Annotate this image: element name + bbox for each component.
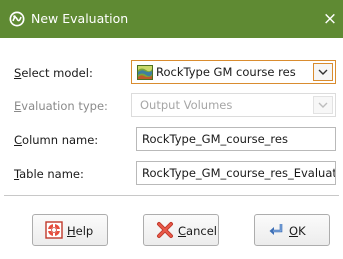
evaluation-type-dropdown-button[interactable] [313, 96, 333, 114]
column-name-label-rest: olumn name: [22, 133, 99, 147]
evaluation-type-label: Evaluation type: [14, 99, 108, 113]
help-button-label: elp [75, 224, 94, 238]
column-name-label-mnemonic: C [14, 133, 23, 147]
evaluation-type-label-rest: valuation type: [21, 99, 108, 113]
red-x-icon [157, 222, 173, 238]
ok-button-label: K [298, 224, 306, 238]
dialog-title: New Evaluation [31, 11, 129, 26]
title-bar: New Evaluation × [0, 0, 343, 38]
ok-button-mnemonic: O [289, 224, 299, 238]
cancel-button-label: ancel [186, 224, 217, 238]
enter-arrow-icon [269, 224, 283, 235]
lifebuoy-icon [45, 221, 63, 239]
column-name-label: Column name: [14, 133, 98, 147]
help-button-mnemonic: H [67, 224, 76, 238]
select-model-dropdown[interactable]: RockType GM course res [131, 60, 336, 84]
evaluation-type-value: Output Volumes [140, 98, 233, 112]
chevron-down-icon [318, 69, 328, 75]
table-name-label: Table name: [14, 167, 84, 181]
close-icon: × [322, 9, 338, 29]
evaluation-type-dropdown[interactable]: Output Volumes [131, 93, 336, 117]
chevron-down-icon [318, 102, 328, 108]
table-name-label-rest: able name: [19, 167, 84, 181]
close-button[interactable]: × [318, 8, 342, 30]
help-button[interactable]: Help [32, 214, 108, 246]
select-model-label: Select model: [14, 66, 93, 80]
table-name-field[interactable] [136, 161, 336, 185]
ok-button[interactable]: OK [254, 214, 330, 246]
select-model-dropdown-button[interactable] [313, 63, 333, 81]
cancel-button-mnemonic: C [178, 224, 187, 238]
button-divider [4, 195, 339, 196]
app-logo-icon [9, 11, 25, 27]
cancel-button[interactable]: Cancel [143, 214, 219, 246]
geological-model-icon [137, 65, 153, 80]
select-model-label-rest: elect model: [21, 66, 93, 80]
column-name-field[interactable] [136, 127, 336, 151]
select-model-value: RockType GM course res [156, 65, 296, 79]
